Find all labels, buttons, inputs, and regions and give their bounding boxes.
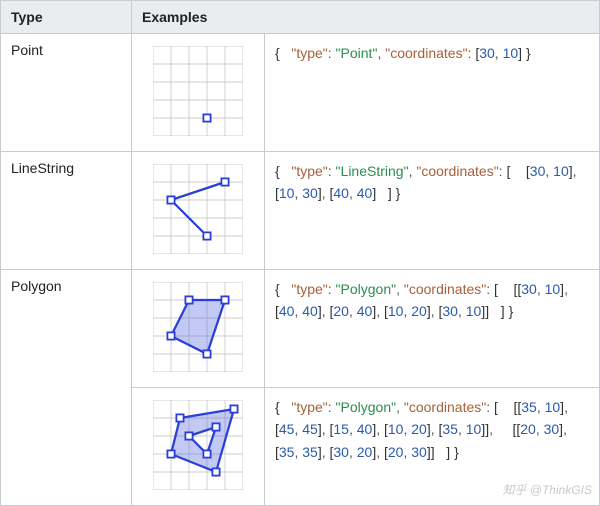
point-icon — [153, 46, 243, 136]
diagram-point — [132, 34, 265, 152]
table-row: LineString { "type": "LineString", — [1, 152, 600, 270]
linestring-icon — [153, 164, 243, 254]
type-label-polygon: Polygon — [1, 270, 132, 506]
code-linestring: { "type": "LineString", "coordinates": [… — [265, 152, 600, 270]
header-type: Type — [1, 1, 132, 34]
type-label-linestring: LineString — [1, 152, 132, 270]
code-polygon-hole: { "type": "Polygon", "coordinates": [ [[… — [265, 388, 600, 506]
type-label-point: Point — [1, 34, 132, 152]
geojson-types-table: Type Examples Point { "type": "Point", — [0, 0, 600, 506]
polygon-icon — [153, 282, 243, 372]
table-row: Point { "type": "Point", "coordinates": … — [1, 34, 600, 152]
table-row: Polygon { "type": "Polygon", — [1, 270, 600, 388]
diagram-polygon-hole — [132, 388, 265, 506]
code-polygon: { "type": "Polygon", "coordinates": [ [[… — [265, 270, 600, 388]
diagram-polygon — [132, 270, 265, 388]
diagram-linestring — [132, 152, 265, 270]
header-examples: Examples — [132, 1, 600, 34]
polygon-hole-icon — [153, 400, 243, 490]
code-point: { "type": "Point", "coordinates": [30, 1… — [265, 34, 600, 152]
